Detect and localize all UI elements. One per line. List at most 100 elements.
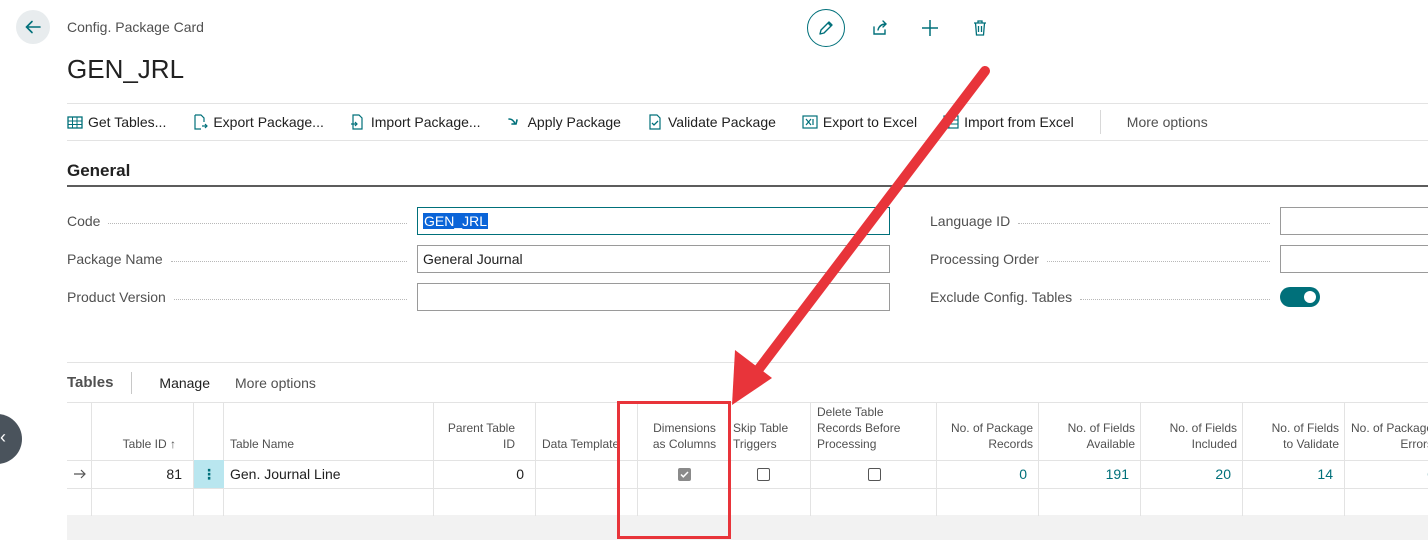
- header-package-errors[interactable]: No. of Package Errors: [1345, 403, 1428, 460]
- fields-available-cell[interactable]: 191: [1039, 460, 1141, 488]
- share-button[interactable]: [865, 9, 895, 47]
- header-delete-records[interactable]: Delete Table Records Before Processing: [811, 403, 937, 460]
- skip-table-triggers-checkbox[interactable]: [756, 467, 770, 481]
- package-errors-cell[interactable]: 0: [1345, 460, 1428, 488]
- annotation-highlight-box: [617, 401, 731, 539]
- validate-package-label: Validate Package: [667, 114, 776, 130]
- pencil-icon: [819, 21, 833, 35]
- edit-button[interactable]: [807, 9, 845, 47]
- excel-export-icon: [802, 115, 818, 129]
- export-to-excel-action[interactable]: Export to Excel: [802, 114, 917, 130]
- table-icon: [67, 116, 83, 129]
- header-skip-line2: Triggers: [733, 437, 777, 451]
- plus-icon: [922, 20, 938, 36]
- delete-records-cell: [811, 460, 937, 488]
- code-label: Code: [67, 213, 407, 229]
- parent-table-id-cell[interactable]: 0: [434, 460, 536, 488]
- chevron-left-icon: ‹: [0, 427, 6, 447]
- exclude-config-tables-label: Exclude Config. Tables: [930, 289, 1270, 305]
- vertical-ellipsis-icon: ⋮: [202, 465, 216, 482]
- general-section-title[interactable]: General: [67, 161, 130, 181]
- grid-body: Table ID ↑ Table Name Parent Table ID Da…: [67, 402, 1428, 516]
- apply-package-action[interactable]: Apply Package: [507, 114, 621, 130]
- delete-records-checkbox[interactable]: [867, 467, 881, 481]
- header-skip-table-triggers[interactable]: Skip Table Triggers: [731, 403, 811, 460]
- page-title: GEN_JRL: [67, 54, 185, 84]
- share-icon: [873, 20, 887, 35]
- header-delete-line1: Delete Table: [817, 405, 884, 419]
- import-package-action[interactable]: Import Package...: [350, 114, 481, 130]
- trash-icon: [974, 20, 986, 36]
- page-actions: [807, 9, 995, 47]
- fields-to-validate-cell[interactable]: 14: [1243, 460, 1345, 488]
- tables-toolbar: Tables Manage More options: [67, 362, 1428, 402]
- action-separator: [1099, 110, 1101, 134]
- validate-document-icon: [649, 114, 661, 130]
- header-pkg-errors-line2: Errors: [1400, 437, 1428, 451]
- tables-grid: Table ID ↑ Table Name Parent Table ID Da…: [67, 402, 1428, 540]
- package-records-cell[interactable]: 0: [937, 460, 1039, 488]
- more-options-action[interactable]: More options: [1127, 114, 1208, 130]
- tables-more-options[interactable]: More options: [235, 375, 316, 391]
- header-fields-available[interactable]: No. of Fields Available: [1039, 403, 1141, 460]
- header-table-id[interactable]: Table ID ↑: [92, 403, 182, 460]
- product-version-field[interactable]: [417, 283, 890, 311]
- delete-button[interactable]: [965, 9, 995, 47]
- collapse-panel-button[interactable]: ‹: [0, 414, 22, 464]
- import-from-excel-action[interactable]: Import from Excel: [943, 114, 1074, 130]
- tables-title[interactable]: Tables: [67, 374, 113, 391]
- import-from-excel-label: Import from Excel: [964, 114, 1074, 130]
- section-divider: [67, 185, 1428, 187]
- header-fields-incl-line1: No. of Fields: [1169, 421, 1237, 435]
- package-name-label: Package Name: [67, 251, 407, 267]
- exclude-config-tables-toggle[interactable]: [1280, 287, 1320, 307]
- header-fields-incl-line2: Included: [1191, 437, 1237, 451]
- header-fields-avail-line2: Available: [1086, 437, 1135, 451]
- header-package-records[interactable]: No. of Package Records: [937, 403, 1039, 460]
- header-fields-avail-line1: No. of Fields: [1067, 421, 1135, 435]
- excel-import-icon: [943, 115, 959, 129]
- header-pkg-records-line1: No. of Package: [950, 421, 1033, 435]
- export-package-label: Export Package...: [213, 114, 324, 130]
- header-fields-val-line2: to Validate: [1283, 437, 1339, 451]
- package-name-field[interactable]: General Journal: [417, 245, 890, 273]
- table-name-cell[interactable]: Gen. Journal Line: [224, 460, 434, 488]
- product-version-label: Product Version: [67, 289, 407, 305]
- processing-order-label: Processing Order: [930, 251, 1270, 267]
- export-package-action[interactable]: Export Package...: [192, 114, 324, 130]
- header-pkg-errors-line1: No. of Package: [1351, 421, 1428, 435]
- export-document-icon: [194, 114, 209, 130]
- import-document-icon: [350, 114, 363, 130]
- header-pkg-records-line2: Records: [988, 437, 1033, 451]
- apply-arrow-icon: [507, 118, 518, 125]
- action-bar: Get Tables... Export Package... Import P…: [67, 103, 1428, 141]
- back-button[interactable]: [16, 10, 50, 44]
- row-pointer-icon: [67, 460, 92, 488]
- header-parent-table-id[interactable]: Parent Table ID: [434, 403, 521, 460]
- validate-package-action[interactable]: Validate Package: [647, 114, 776, 130]
- table-id-cell[interactable]: 81: [92, 460, 194, 488]
- header-fields-to-validate[interactable]: No. of Fields to Validate: [1243, 403, 1345, 460]
- fields-included-cell[interactable]: 20: [1141, 460, 1243, 488]
- export-to-excel-label: Export to Excel: [822, 114, 918, 130]
- get-tables-label: Get Tables...: [88, 114, 167, 130]
- language-id-field[interactable]: [1280, 207, 1428, 235]
- row-divider: [67, 488, 1428, 489]
- import-package-label: Import Package...: [370, 114, 481, 130]
- processing-order-field[interactable]: [1280, 245, 1428, 273]
- header-skip-line1: Skip Table: [733, 421, 789, 435]
- get-tables-action[interactable]: Get Tables...: [67, 114, 166, 130]
- arrow-left-icon: [25, 20, 41, 34]
- language-id-label: Language ID: [930, 213, 1270, 229]
- tables-separator: [131, 371, 133, 394]
- manage-menu[interactable]: Manage: [159, 375, 210, 391]
- skip-triggers-cell: [731, 460, 811, 488]
- header-fields-val-line1: No. of Fields: [1271, 421, 1339, 435]
- header-fields-included[interactable]: No. of Fields Included: [1141, 403, 1243, 460]
- header-table-name[interactable]: Table Name: [224, 403, 434, 460]
- new-button[interactable]: [915, 9, 945, 47]
- code-field[interactable]: GEN_JRL: [417, 207, 890, 235]
- breadcrumb: Config. Package Card: [67, 19, 204, 35]
- header-delete-line2: Records Before: [817, 421, 901, 435]
- row-actions-button[interactable]: ⋮: [194, 460, 224, 488]
